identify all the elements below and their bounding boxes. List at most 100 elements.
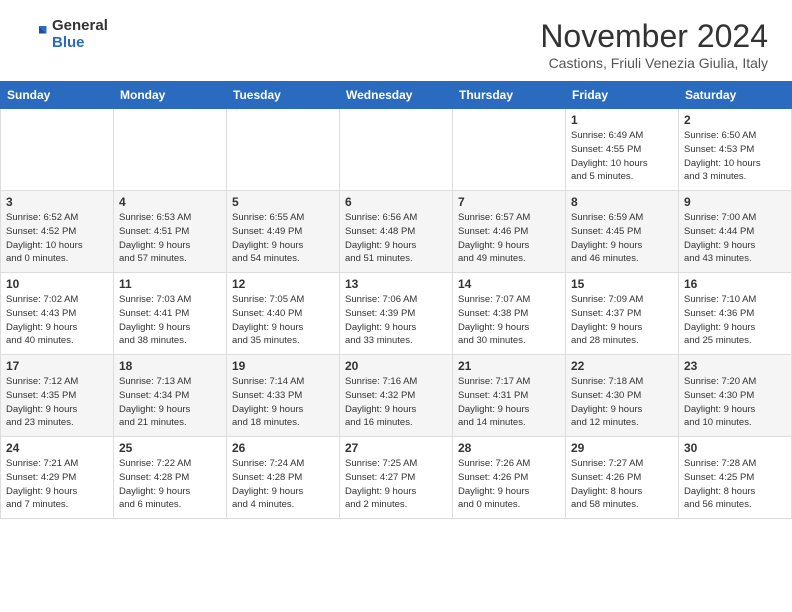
calendar-cell: 15 Sunrise: 7:09 AM Sunset: 4:37 PM Dayli… <box>566 273 679 355</box>
day-number: 9 <box>684 195 786 209</box>
title-block: November 2024 Castions, Friuli Venezia G… <box>540 18 768 71</box>
day-info: Sunrise: 7:13 AM Sunset: 4:34 PM Dayligh… <box>119 375 221 430</box>
calendar-week-5: 24 Sunrise: 7:21 AM Sunset: 4:29 PM Dayli… <box>1 437 792 519</box>
day-number: 1 <box>571 113 673 127</box>
day-number: 16 <box>684 277 786 291</box>
calendar-cell: 9 Sunrise: 7:00 AM Sunset: 4:44 PM Daylig… <box>679 191 792 273</box>
day-number: 12 <box>232 277 334 291</box>
day-number: 11 <box>119 277 221 291</box>
day-info: Sunrise: 7:09 AM Sunset: 4:37 PM Dayligh… <box>571 293 673 348</box>
calendar-cell: 25Sunrise: 7:22 AM Sunset: 4:28 PM Dayli… <box>114 437 227 519</box>
day-info: Sunrise: 7:00 AM Sunset: 4:44 PM Dayligh… <box>684 211 786 266</box>
calendar-week-2: 3 Sunrise: 6:52 AM Sunset: 4:52 PM Daylig… <box>1 191 792 273</box>
header-wednesday: Wednesday <box>340 82 453 109</box>
calendar-week-4: 17 Sunrise: 7:12 AM Sunset: 4:35 PM Dayli… <box>1 355 792 437</box>
calendar-header-row: SundayMondayTuesdayWednesdayThursdayFrid… <box>1 82 792 109</box>
day-info: Sunrise: 7:17 AM Sunset: 4:31 PM Dayligh… <box>458 375 560 430</box>
day-info: Sunrise: 7:21 AM Sunset: 4:29 PM Dayligh… <box>6 457 108 512</box>
day-info: Sunrise: 6:50 AM Sunset: 4:53 PM Dayligh… <box>684 129 786 184</box>
day-info: Sunrise: 6:53 AM Sunset: 4:51 PM Dayligh… <box>119 211 221 266</box>
calendar-cell: 23 Sunrise: 7:20 AM Sunset: 4:30 PM Dayli… <box>679 355 792 437</box>
calendar-cell <box>453 109 566 191</box>
day-number: 27 <box>345 441 447 455</box>
calendar-week-3: 10Sunrise: 7:02 AM Sunset: 4:43 PM Dayli… <box>1 273 792 355</box>
calendar-cell: 18 Sunrise: 7:13 AM Sunset: 4:34 PM Dayli… <box>114 355 227 437</box>
day-number: 30 <box>684 441 786 455</box>
calendar-cell: 27 Sunrise: 7:25 AM Sunset: 4:27 PM Dayli… <box>340 437 453 519</box>
logo-general: General <box>52 18 108 35</box>
day-info: Sunrise: 7:02 AM Sunset: 4:43 PM Dayligh… <box>6 293 108 348</box>
day-number: 17 <box>6 359 108 373</box>
calendar-cell: 26 Sunrise: 7:24 AM Sunset: 4:28 PM Dayli… <box>227 437 340 519</box>
logo: General Blue <box>18 18 108 51</box>
day-info: Sunrise: 6:55 AM Sunset: 4:49 PM Dayligh… <box>232 211 334 266</box>
calendar-cell: 21Sunrise: 7:17 AM Sunset: 4:31 PM Dayli… <box>453 355 566 437</box>
calendar-cell: 24 Sunrise: 7:21 AM Sunset: 4:29 PM Dayli… <box>1 437 114 519</box>
header-thursday: Thursday <box>453 82 566 109</box>
day-info: Sunrise: 6:52 AM Sunset: 4:52 PM Dayligh… <box>6 211 108 266</box>
day-number: 5 <box>232 195 334 209</box>
header-friday: Friday <box>566 82 679 109</box>
day-number: 29 <box>571 441 673 455</box>
header-sunday: Sunday <box>1 82 114 109</box>
header-monday: Monday <box>114 82 227 109</box>
day-info: Sunrise: 7:14 AM Sunset: 4:33 PM Dayligh… <box>232 375 334 430</box>
header-saturday: Saturday <box>679 82 792 109</box>
calendar-cell: 10Sunrise: 7:02 AM Sunset: 4:43 PM Dayli… <box>1 273 114 355</box>
location-subtitle: Castions, Friuli Venezia Giulia, Italy <box>540 55 768 71</box>
calendar-table: SundayMondayTuesdayWednesdayThursdayFrid… <box>0 81 792 519</box>
day-number: 26 <box>232 441 334 455</box>
day-number: 24 <box>6 441 108 455</box>
day-number: 13 <box>345 277 447 291</box>
calendar-cell: 17 Sunrise: 7:12 AM Sunset: 4:35 PM Dayli… <box>1 355 114 437</box>
calendar-cell <box>340 109 453 191</box>
day-number: 8 <box>571 195 673 209</box>
calendar-cell: 11 Sunrise: 7:03 AM Sunset: 4:41 PM Dayli… <box>114 273 227 355</box>
day-info: Sunrise: 7:10 AM Sunset: 4:36 PM Dayligh… <box>684 293 786 348</box>
day-number: 25 <box>119 441 221 455</box>
day-number: 20 <box>345 359 447 373</box>
day-number: 14 <box>458 277 560 291</box>
calendar-cell: 22Sunrise: 7:18 AM Sunset: 4:30 PM Dayli… <box>566 355 679 437</box>
day-info: Sunrise: 7:12 AM Sunset: 4:35 PM Dayligh… <box>6 375 108 430</box>
calendar-cell: 29 Sunrise: 7:27 AM Sunset: 4:26 PM Dayli… <box>566 437 679 519</box>
calendar-cell <box>227 109 340 191</box>
calendar-cell: 8 Sunrise: 6:59 AM Sunset: 4:45 PM Daylig… <box>566 191 679 273</box>
day-number: 2 <box>684 113 786 127</box>
day-number: 4 <box>119 195 221 209</box>
day-info: Sunrise: 7:18 AM Sunset: 4:30 PM Dayligh… <box>571 375 673 430</box>
day-info: Sunrise: 6:59 AM Sunset: 4:45 PM Dayligh… <box>571 211 673 266</box>
calendar-cell: 1 Sunrise: 6:49 AM Sunset: 4:55 PM Daylig… <box>566 109 679 191</box>
day-number: 18 <box>119 359 221 373</box>
calendar-cell: 20 Sunrise: 7:16 AM Sunset: 4:32 PM Dayli… <box>340 355 453 437</box>
calendar-cell: 28Sunrise: 7:26 AM Sunset: 4:26 PM Dayli… <box>453 437 566 519</box>
calendar-cell: 13 Sunrise: 7:06 AM Sunset: 4:39 PM Dayli… <box>340 273 453 355</box>
logo-blue: Blue <box>52 35 108 52</box>
day-info: Sunrise: 6:49 AM Sunset: 4:55 PM Dayligh… <box>571 129 673 184</box>
day-number: 28 <box>458 441 560 455</box>
day-info: Sunrise: 7:24 AM Sunset: 4:28 PM Dayligh… <box>232 457 334 512</box>
day-number: 3 <box>6 195 108 209</box>
calendar-cell: 14Sunrise: 7:07 AM Sunset: 4:38 PM Dayli… <box>453 273 566 355</box>
calendar-cell <box>114 109 227 191</box>
page-header: General Blue November 2024 Castions, Fri… <box>0 0 792 81</box>
day-number: 23 <box>684 359 786 373</box>
calendar-cell <box>1 109 114 191</box>
calendar-cell: 6Sunrise: 6:56 AM Sunset: 4:48 PM Daylig… <box>340 191 453 273</box>
day-info: Sunrise: 7:25 AM Sunset: 4:27 PM Dayligh… <box>345 457 447 512</box>
day-number: 19 <box>232 359 334 373</box>
calendar-cell: 2 Sunrise: 6:50 AM Sunset: 4:53 PM Daylig… <box>679 109 792 191</box>
day-info: Sunrise: 7:16 AM Sunset: 4:32 PM Dayligh… <box>345 375 447 430</box>
calendar-cell: 7Sunrise: 6:57 AM Sunset: 4:46 PM Daylig… <box>453 191 566 273</box>
calendar-cell: 3 Sunrise: 6:52 AM Sunset: 4:52 PM Daylig… <box>1 191 114 273</box>
day-info: Sunrise: 7:20 AM Sunset: 4:30 PM Dayligh… <box>684 375 786 430</box>
day-info: Sunrise: 7:06 AM Sunset: 4:39 PM Dayligh… <box>345 293 447 348</box>
day-info: Sunrise: 6:56 AM Sunset: 4:48 PM Dayligh… <box>345 211 447 266</box>
day-number: 7 <box>458 195 560 209</box>
day-info: Sunrise: 7:03 AM Sunset: 4:41 PM Dayligh… <box>119 293 221 348</box>
calendar-cell: 19 Sunrise: 7:14 AM Sunset: 4:33 PM Dayli… <box>227 355 340 437</box>
day-info: Sunrise: 7:27 AM Sunset: 4:26 PM Dayligh… <box>571 457 673 512</box>
month-title: November 2024 <box>540 18 768 55</box>
day-number: 15 <box>571 277 673 291</box>
logo-icon <box>18 20 48 50</box>
